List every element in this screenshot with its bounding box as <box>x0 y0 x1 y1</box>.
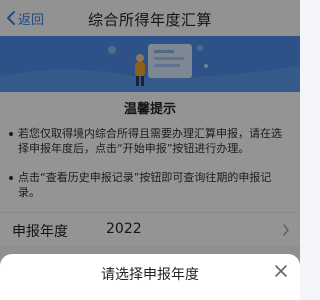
year-picker-sheet: 请选择申报年度 <box>0 254 300 300</box>
app-screen: 返回 综合所得年度汇算 温馨提示 若您仅取得境内综合所得且需要办理汇算申报，请在… <box>0 0 300 300</box>
close-icon[interactable] <box>274 264 288 278</box>
sheet-title: 请选择申报年度 <box>101 267 199 283</box>
